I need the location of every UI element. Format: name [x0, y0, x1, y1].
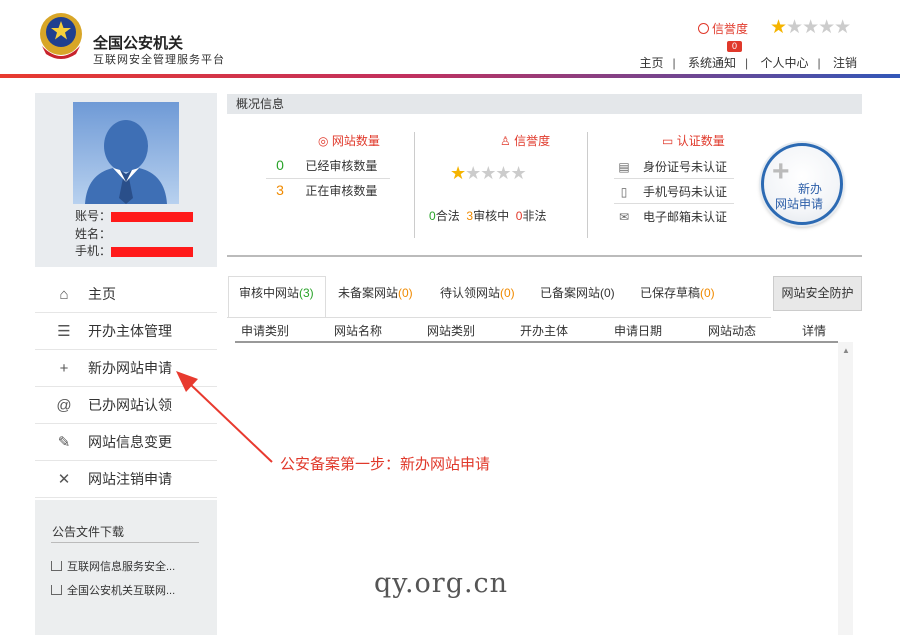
divider: [266, 178, 390, 179]
column-header: 网站名称: [334, 324, 383, 338]
downloads-panel: 公告文件下载 互联网信息服务安全... 全国公安机关互联网...: [35, 500, 217, 635]
nav-logout[interactable]: 注销: [833, 56, 857, 70]
platform-title: 全国公安机关: [93, 35, 184, 52]
credit-counts: 0合法 3审核中 0非法: [429, 209, 547, 223]
reviewed-count-row: 0 已经审核数量: [276, 157, 378, 173]
profile-card: 账号： 姓名： 手机：: [35, 93, 217, 267]
avatar: [73, 102, 179, 204]
profile-name: 姓名：: [75, 227, 112, 241]
profile-account: 账号：: [75, 207, 194, 224]
tab-filed[interactable]: 已备案网站(0): [540, 284, 615, 301]
home-icon: ⌂: [59, 285, 69, 303]
credit-rating-stars: ★★★★★: [770, 16, 851, 39]
divider: [587, 132, 588, 238]
column-header: 详情: [802, 324, 827, 338]
tab-reviewing[interactable]: 审核中网站(3): [239, 284, 314, 301]
watermark: qy.org.cn: [374, 568, 509, 599]
site-security-button[interactable]: 网站安全防护: [773, 276, 862, 311]
scroll-up-icon[interactable]: ▲: [842, 346, 850, 355]
column-header: 开办主体: [520, 324, 569, 338]
star-filled-icon: ★: [770, 17, 787, 38]
plus-icon: +: [59, 359, 69, 377]
top-nav: 主页 | 系统通知 | 个人中心 | 注销: [639, 56, 857, 70]
edit-icon: ✎: [57, 434, 71, 451]
star-empty-icon: ★★★★: [465, 163, 527, 183]
tab-divider: [227, 317, 771, 318]
mail-icon: ✉: [618, 210, 630, 224]
download-icon: [51, 561, 62, 571]
credit-title: ♙ 信誉度: [500, 134, 551, 148]
header-divider: [0, 74, 900, 78]
police-emblem-icon: [40, 13, 82, 59]
column-header: 网站类别: [427, 324, 476, 338]
notification-badge: 0: [727, 41, 743, 52]
sidebar-item-change-info[interactable]: ✎ 网站信息变更: [35, 424, 217, 461]
phone-icon: ▯: [620, 185, 628, 199]
sidebar-item-new-site[interactable]: + 新办网站申请: [35, 350, 217, 387]
download-link[interactable]: 全国公安机关互联网...: [51, 582, 175, 598]
cert-id-row: ▤ 身份证号未认证: [618, 160, 728, 174]
divider: [614, 203, 734, 204]
profile-phone: 手机：: [75, 242, 194, 259]
at-icon: @: [56, 396, 72, 414]
column-header: 申请类别: [241, 324, 290, 338]
star-filled-icon: ★: [450, 163, 466, 183]
overview-divider: [227, 255, 862, 257]
redacted-account: [111, 211, 194, 222]
credit-stars: ★★★★★: [450, 163, 527, 184]
cert-email-row: ✉ 电子邮箱未认证: [618, 210, 728, 224]
cert-phone-row: ▯ 手机号码未认证: [617, 183, 727, 200]
overview-header: 概况信息: [227, 94, 862, 114]
close-icon: ✕: [57, 471, 71, 488]
credit-icon: ♙: [500, 134, 511, 148]
divider: [414, 132, 415, 238]
cert-title: ▭ 认证数量: [662, 134, 725, 148]
sidebar-menu: ⌂ 主页 ☰ 开办主体管理 + 新办网站申请 @ 已办网站认领 ✎ 网站信息变更 ✕ 网站注…: [35, 276, 217, 498]
sidebar-item-home[interactable]: ⌂ 主页: [35, 276, 217, 313]
credit-icon: [698, 23, 709, 34]
downloads-title: 公告文件下载: [52, 525, 125, 539]
tab-to-claim[interactable]: 待认领网站(0): [440, 284, 515, 301]
downloads-divider: [51, 542, 199, 543]
header: 全国公安机关 互联网安全管理服务平台 信誉度 0 ★★★★★ 主页 | 系统通知 |…: [0, 0, 900, 78]
tab-unfiled[interactable]: 未备案网站(0): [338, 284, 413, 301]
nav-personal-center[interactable]: 个人中心: [761, 56, 809, 70]
annotation-text: 公安备案第一步：新办网站申请: [280, 456, 491, 473]
new-site-button[interactable]: + 新办 网站申请: [761, 143, 843, 225]
sidebar-item-cancel-site[interactable]: ✕ 网站注销申请: [35, 461, 217, 498]
redacted-phone: [111, 246, 194, 257]
table-header-divider: [235, 341, 838, 343]
list-icon: ☰: [57, 323, 71, 340]
download-link[interactable]: 互联网信息服务安全...: [51, 558, 175, 574]
column-header: 申请日期: [614, 324, 663, 338]
platform-subtitle: 互联网安全管理服务平台: [93, 54, 225, 66]
sidebar-item-claim-site[interactable]: @ 已办网站认领: [35, 387, 217, 424]
user-avatar-icon: [85, 120, 167, 204]
site-count-title: ◎ 网站数量: [318, 134, 380, 148]
nav-home[interactable]: 主页: [640, 56, 664, 70]
tab-drafts[interactable]: 已保存草稿(0): [640, 284, 715, 301]
credit-label: 信誉度: [698, 20, 748, 37]
folder-icon: ▭: [662, 134, 674, 148]
compass-icon: ◎: [318, 134, 329, 148]
column-header: 网站动态: [708, 324, 757, 338]
divider: [614, 178, 734, 179]
download-icon: [51, 585, 62, 595]
table-scrollbar[interactable]: [838, 342, 853, 635]
star-empty-icon: ★★★★: [786, 17, 851, 38]
sidebar-item-entity-management[interactable]: ☰ 开办主体管理: [35, 313, 217, 350]
nav-notifications[interactable]: 系统通知: [688, 56, 736, 70]
reviewing-count-row: 3 正在审核数量: [276, 182, 378, 198]
id-card-icon: ▤: [618, 160, 630, 174]
plus-icon: +: [772, 155, 790, 188]
